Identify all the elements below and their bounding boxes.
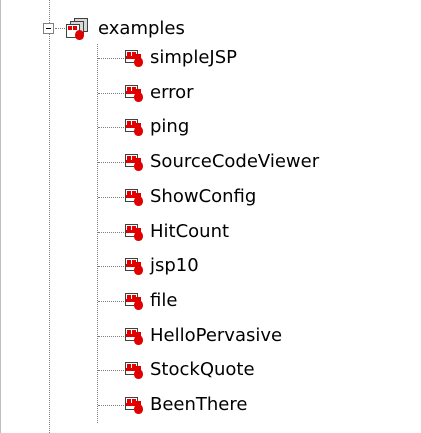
tree-item-label: ShowConfig [150, 186, 257, 207]
tree-item-label: StockQuote [150, 359, 255, 380]
tree-item-label: HitCount [150, 221, 230, 242]
servlet-folder-icon [66, 18, 90, 40]
tree-line-outer [49, 0, 50, 433]
servlet-icon [124, 395, 144, 415]
tree-item[interactable]: ShowConfig [98, 184, 256, 210]
tree-item-label: BeenThere [150, 394, 248, 415]
tree-connector [98, 161, 124, 163]
tree-connector [98, 196, 124, 198]
tree-connector [98, 92, 124, 94]
tree-item[interactable]: file [98, 288, 177, 314]
tree-item[interactable]: StockQuote [98, 357, 255, 383]
tree-connector [98, 335, 124, 337]
tree-item-label: ping [150, 116, 190, 137]
tree-connector [98, 300, 124, 302]
tree-connector [98, 57, 124, 59]
servlet-icon [124, 48, 144, 68]
servlet-icon [124, 326, 144, 346]
servlet-icon [124, 360, 144, 380]
tree-item[interactable]: SourceCodeViewer [98, 149, 319, 175]
tree-item[interactable]: simpleJSP [98, 45, 237, 71]
servlet-icon [124, 187, 144, 207]
tree-connector [55, 28, 65, 29]
tree-connector [98, 369, 124, 371]
tree-item-label: HelloPervasive [150, 325, 283, 346]
servlet-icon [124, 152, 144, 172]
tree-connector [98, 126, 124, 128]
tree-item-label: simpleJSP [150, 47, 238, 68]
tree-item[interactable]: BeenThere [98, 392, 247, 418]
servlet-icon [124, 291, 144, 311]
tree-connector [98, 404, 124, 406]
tree-item[interactable]: jsp10 [98, 253, 199, 279]
panel-left-border [0, 0, 1, 433]
tree-node-examples[interactable]: examples [66, 16, 185, 42]
collapse-toggle-icon[interactable] [43, 23, 54, 34]
tree-connector [98, 265, 124, 267]
tree-item[interactable]: HitCount [98, 219, 229, 245]
servlet-icon [124, 222, 144, 242]
tree-node-label: examples [98, 18, 185, 39]
servlet-icon [124, 256, 144, 276]
tree-item[interactable]: HelloPervasive [98, 323, 282, 349]
tree-connector [98, 231, 124, 233]
tree-item[interactable]: error [98, 80, 194, 106]
tree-item-label: error [150, 82, 194, 103]
servlet-icon [124, 117, 144, 137]
servlet-icon [124, 83, 144, 103]
tree-item[interactable]: ping [98, 114, 189, 140]
tree-item-label: jsp10 [150, 255, 199, 276]
tree-item-label: SourceCodeViewer [150, 151, 320, 172]
tree-item-label: file [150, 290, 178, 311]
